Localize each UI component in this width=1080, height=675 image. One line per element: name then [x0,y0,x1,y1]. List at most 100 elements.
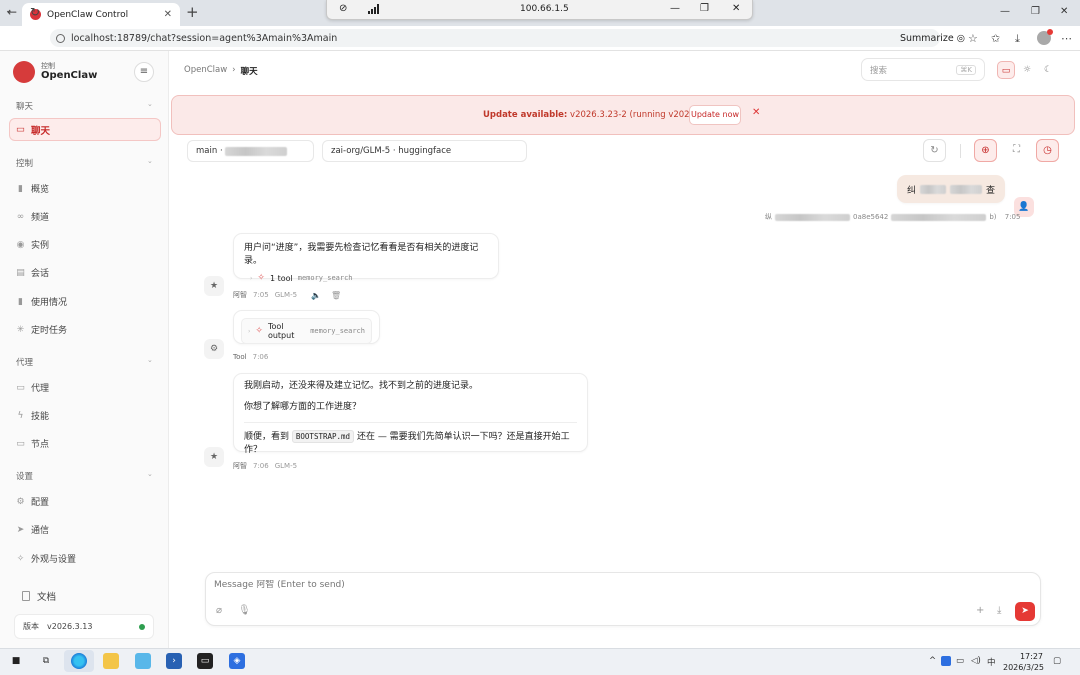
sun-icon[interactable]: ☼ [1018,61,1036,79]
close-icon[interactable]: ✕ [752,107,760,118]
monitor-icon[interactable]: ▭ [997,60,1015,79]
download-icon[interactable]: ⤓ [997,605,1001,616]
ime-indicator[interactable]: 中 [987,656,996,668]
agent-session-select[interactable]: main · [187,140,314,162]
bar-chart-icon: ▮ [18,183,23,194]
remote-ip: 100.66.1.5 [520,4,569,14]
system-clock[interactable]: 17:27 2026/3/25 [1003,651,1044,673]
breadcrumb-root[interactable]: OpenClaw [184,65,227,77]
window-close-icon[interactable]: ✕ [1060,6,1068,17]
download-icon[interactable]: ⤓ [1015,32,1020,46]
refresh-icon[interactable]: ↻ [923,139,946,162]
start-icon[interactable]: ■ [8,653,24,669]
message-input[interactable] [214,580,814,590]
divider [960,144,961,158]
sidebar-item-cron[interactable]: ✳ 定时任务 [16,323,67,337]
sidebar-item-nodes[interactable]: ▭ 节点 [16,437,49,451]
tool-message-meta: Tool 7:06 [233,353,269,361]
task-view-icon[interactable]: ⧉ [38,653,54,669]
powershell-icon[interactable]: › [166,653,182,669]
chevron-down-icon[interactable]: ⌄ [147,356,153,364]
back-icon[interactable]: ← [7,5,17,19]
tab-close-icon[interactable]: ✕ [164,9,172,20]
profile-avatar[interactable] [1037,29,1053,45]
send-button[interactable]: ➤ [1015,602,1035,621]
shortcut-badge: ⌘K [956,64,976,75]
assistant-message: 用户问“进度”，我需要先检查记忆看看是否有相关的进度记录。 › ✧ 1 tool… [233,233,499,283]
site-info-icon[interactable] [56,33,65,43]
microphone-icon[interactable]: 🎙 [238,605,251,616]
remote-app-icon[interactable]: ◈ [229,653,245,669]
redacted-text [775,213,850,221]
docs-link[interactable]: 文档 [22,589,56,603]
model-select[interactable]: zai-org/GLM-5 · huggingface [322,140,527,162]
assistant-message-meta: 阿智 7:05 GLM-5 🔈 🗑 [233,290,342,300]
search-input[interactable]: 搜索 ⌘K [861,58,985,81]
notepad-icon[interactable] [135,653,151,669]
sidebar-item-sessions[interactable]: ▤ 会话 [16,266,49,280]
sidebar-item-appearance[interactable]: ✧ 外观与设置 [16,552,76,566]
focus-icon[interactable]: ⛶ [1005,139,1028,162]
chevron-down-icon[interactable]: ⌄ [147,100,153,108]
tray-overflow-icon[interactable]: ^ [929,656,936,666]
plus-icon[interactable]: + [976,605,984,616]
notification-icon[interactable]: ▢ [1053,656,1061,666]
sidebar-item-agents[interactable]: ▭ 代理 [16,381,49,395]
version-value: v2026.3.13 [47,622,93,631]
address-bar[interactable]: localhost:18789/chat?session=agent%3Amai… [50,29,940,47]
edge-icon[interactable] [71,653,87,669]
chat-bubble-icon: ▭ [16,124,25,135]
browser-tab[interactable]: OpenClaw Control ✕ [22,3,180,26]
tray-app-icon[interactable] [941,656,951,666]
version-label: 版本 [23,622,39,631]
rdp-minimize-icon[interactable]: — [670,3,680,14]
openclaw-logo [13,61,35,83]
section-chat: 聊天 [16,102,34,112]
sidebar-item-overview[interactable]: ▮ 概览 [16,182,49,196]
tool-call-summary[interactable]: › ✧ 1 tool memory_search [250,273,488,283]
status-dot [139,623,145,630]
chevron-down-icon[interactable]: ⌄ [147,470,153,478]
bar-chart-icon: ▮ [18,296,23,307]
reload-icon[interactable]: ↻ [30,5,40,19]
sidebar-item-channels[interactable]: ∞ 频道 [16,210,49,224]
redacted-text [920,184,947,194]
tool-output-card[interactable]: › ✧ Tool output memory_search [241,318,372,344]
sidebar-item-config[interactable]: ⚙ 配置 [16,495,49,509]
rdp-restore-icon[interactable]: ❐ [700,3,709,14]
network-icon[interactable]: ▭ [956,656,964,666]
tab-title: OpenClaw Control [47,9,129,20]
user-message: 纠 查 [897,175,1005,203]
volume-icon[interactable]: ◁) [971,656,981,666]
sidebar-item-chat[interactable]: ▭ 聊天 [9,118,161,141]
sidebar-toggle-button[interactable]: ≡ [134,62,154,82]
summarize-button[interactable]: Summarize ◎ [900,33,965,44]
speaker-icon[interactable]: 🔈 [311,291,321,300]
signal-strength-icon[interactable] [368,4,379,14]
file-explorer-icon[interactable] [103,653,119,669]
window-restore-icon[interactable]: ❐ [1031,6,1040,17]
new-tab-icon[interactable]: + [186,3,199,21]
unpin-icon[interactable]: ⊘ [339,3,347,14]
terminal-icon[interactable]: ▭ [197,653,213,669]
clock-icon[interactable]: ◷ [1036,139,1059,162]
favorite-star-icon[interactable]: ☆ [968,32,978,45]
document-icon: ▤ [16,267,25,278]
chevron-down-icon[interactable]: ⌄ [147,157,153,165]
attach-icon[interactable]: ⌀ [216,605,222,616]
window-minimize-icon[interactable]: — [1000,6,1010,17]
sidebar-item-skills[interactable]: ϟ 技能 [16,409,49,423]
breadcrumb: OpenClaw › 聊天 [184,65,258,77]
more-menu-icon[interactable]: ⋯ [1061,32,1072,45]
moon-icon[interactable]: ☾ [1039,61,1057,79]
brain-icon[interactable]: ⊕ [974,139,997,162]
sidebar-item-usage[interactable]: ▮ 使用情况 [16,295,67,309]
rdp-close-icon[interactable]: ✕ [732,3,740,14]
update-now-button[interactable]: Update now [689,105,741,125]
assistant-avatar-icon: ★ [204,276,224,296]
trash-icon[interactable]: 🗑 [331,291,341,300]
sidebar-item-comms[interactable]: ➤ 通信 [16,523,49,537]
sidebar-item-instances[interactable]: ◉ 实例 [16,238,49,252]
favorites-icon[interactable]: ✩ [991,32,1000,45]
breadcrumb-current: 聊天 [240,67,258,77]
